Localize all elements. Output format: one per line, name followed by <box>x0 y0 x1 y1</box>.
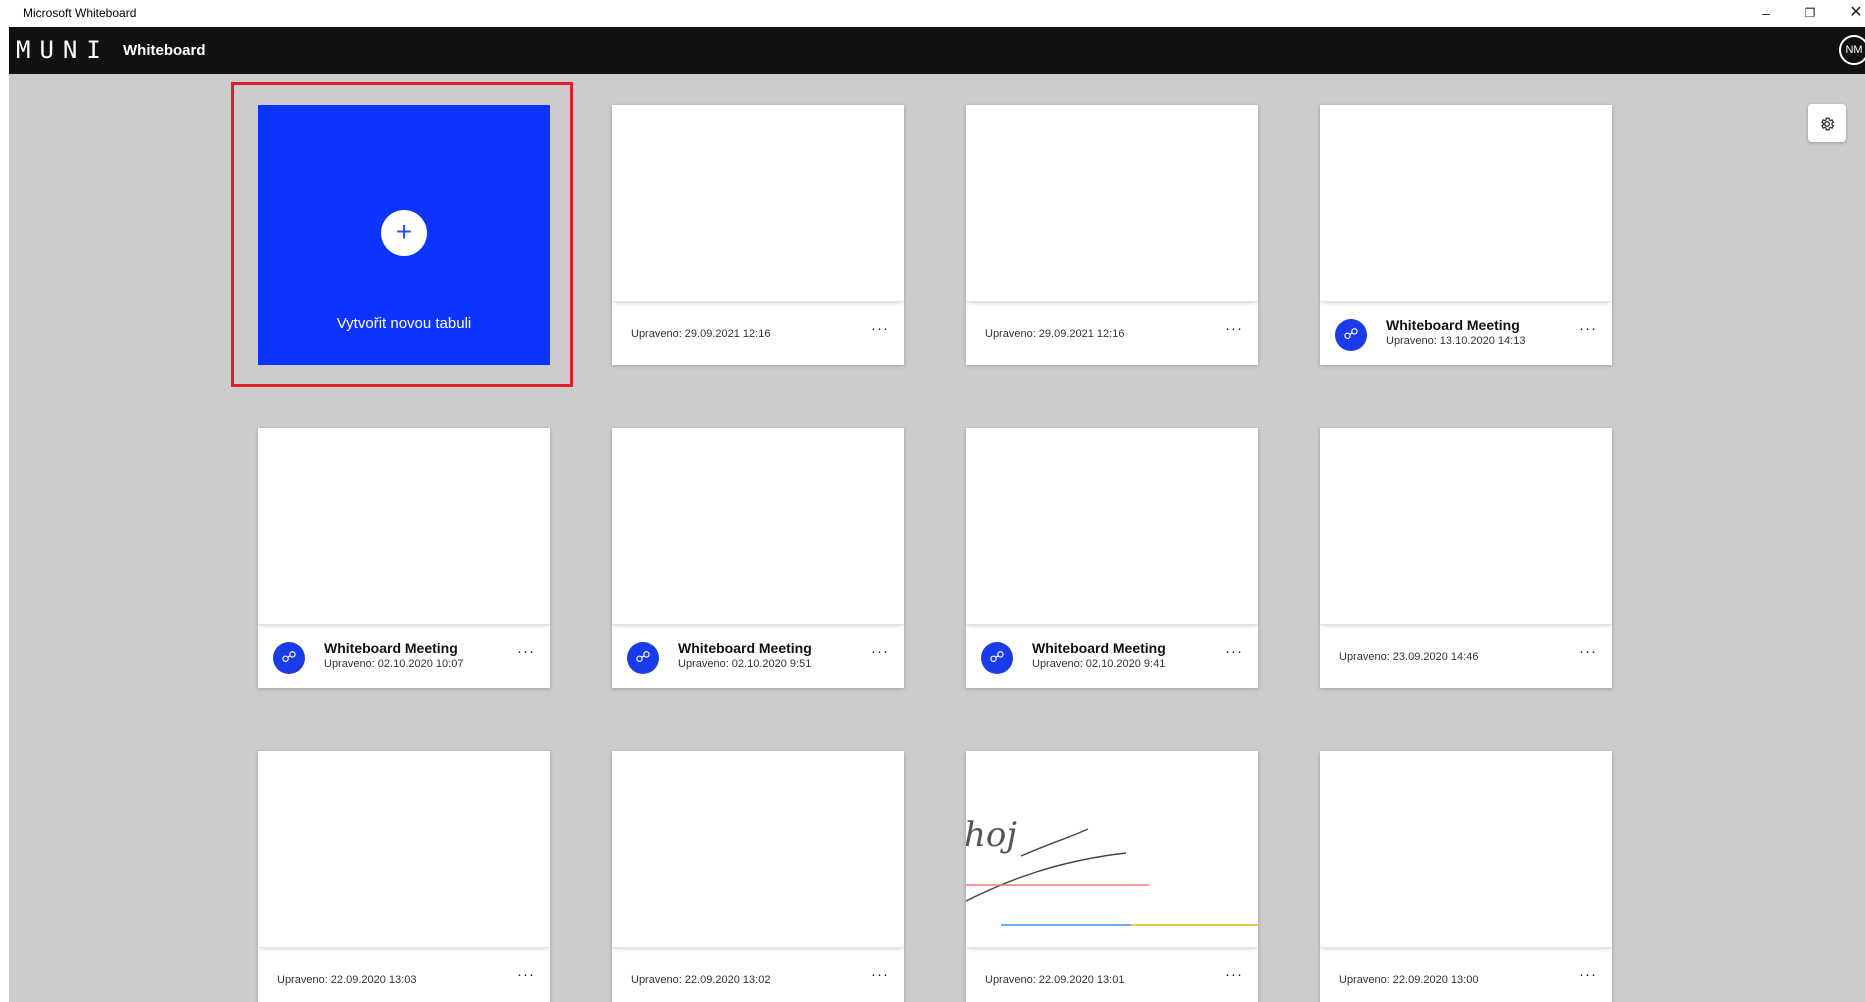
board-modified-date: Upraveno: 02.10.2020 9:41 <box>1032 658 1166 670</box>
board-thumbnail[interactable] <box>1320 751 1612 948</box>
board-footer: ☍ Whiteboard Meeting Upraveno: 13.10.2020 … <box>1320 302 1612 365</box>
board-card[interactable]: ☍ Whiteboard Meeting Upraveno: 02.10.2020 … <box>258 428 550 688</box>
more-options-button[interactable]: ··· <box>1220 318 1248 340</box>
board-thumbnail[interactable] <box>966 105 1258 302</box>
board-modified-date: Upraveno: 22.09.2020 13:01 <box>985 974 1125 986</box>
more-options-button[interactable]: ··· <box>1574 964 1602 986</box>
minimize-button[interactable]: – <box>1748 2 1784 24</box>
window-title-bar: Microsoft Whiteboard – ❐ ✕ <box>0 0 1865 27</box>
board-card[interactable]: ☍ Whiteboard Meeting Upraveno: 13.10.2020 … <box>1320 105 1612 365</box>
board-footer: Upraveno: 22.09.2020 13:03 ··· <box>258 948 550 1002</box>
meeting-icon: ☍ <box>1335 319 1367 351</box>
board-modified-date: Upraveno: 29.09.2021 12:16 <box>985 328 1125 340</box>
board-card[interactable]: ☍ Whiteboard Meeting Upraveno: 02.10.2020 … <box>612 428 904 688</box>
board-title: Whiteboard Meeting <box>1032 640 1166 656</box>
board-modified-date: Upraveno: 23.09.2020 14:46 <box>1339 651 1479 663</box>
board-title: Whiteboard Meeting <box>678 640 812 656</box>
board-card[interactable]: Upraveno: 29.09.2021 12:16 ··· <box>966 105 1258 365</box>
settings-button[interactable] <box>1808 104 1846 142</box>
board-thumbnail[interactable] <box>612 751 904 948</box>
board-modified-date: Upraveno: 22.09.2020 13:02 <box>631 974 771 986</box>
sketch-text: hoj <box>966 815 1017 855</box>
board-title: Whiteboard Meeting <box>1386 317 1520 333</box>
more-options-button[interactable]: ··· <box>866 641 894 663</box>
close-button[interactable]: ✕ <box>1838 2 1865 24</box>
meeting-icon: ☍ <box>981 642 1013 674</box>
board-footer: ☍ Whiteboard Meeting Upraveno: 02.10.2020 … <box>258 625 550 688</box>
ink-sketch: hoj <box>966 815 1258 926</box>
board-modified-date: Upraveno: 29.09.2021 12:16 <box>631 328 771 340</box>
board-title: Whiteboard Meeting <box>324 640 458 656</box>
more-options-button[interactable]: ··· <box>866 964 894 986</box>
board-footer: Upraveno: 22.09.2020 13:02 ··· <box>612 948 904 1002</box>
plus-icon: + <box>381 210 427 256</box>
board-footer: Upraveno: 22.09.2020 13:00 ··· <box>1320 948 1612 1002</box>
board-footer: Upraveno: 23.09.2020 14:46 ··· <box>1320 625 1612 688</box>
board-footer: Upraveno: 29.09.2021 12:16 ··· <box>612 302 904 365</box>
app-header: MUNI Whiteboard NM <box>9 27 1865 74</box>
board-modified-date: Upraveno: 02.10.2020 9:51 <box>678 658 812 670</box>
create-new-board-label: Vytvořit novou tabuli <box>336 315 472 332</box>
board-modified-date: Upraveno: 22.09.2020 13:03 <box>277 974 417 986</box>
board-thumbnail[interactable] <box>612 105 904 302</box>
board-card[interactable]: Upraveno: 22.09.2020 13:02 ··· <box>612 751 904 1002</box>
board-footer: ☍ Whiteboard Meeting Upraveno: 02.10.2020 … <box>612 625 904 688</box>
restore-button[interactable]: ❐ <box>1792 2 1828 24</box>
board-card[interactable]: Upraveno: 22.09.2020 13:03 ··· <box>258 751 550 1002</box>
board-card[interactable]: Upraveno: 29.09.2021 12:16 ··· <box>612 105 904 365</box>
board-footer: ☍ Whiteboard Meeting Upraveno: 02.10.2020 … <box>966 625 1258 688</box>
app-name: Whiteboard <box>123 42 206 59</box>
board-footer: Upraveno: 29.09.2021 12:16 ··· <box>966 302 1258 365</box>
board-gallery: + Vytvořit novou tabuli Upraveno: 29.09.… <box>9 74 1865 1002</box>
more-options-button[interactable]: ··· <box>512 641 540 663</box>
board-card[interactable]: Upraveno: 23.09.2020 14:46 ··· <box>1320 428 1612 688</box>
window-title: Microsoft Whiteboard <box>23 6 137 20</box>
user-avatar[interactable]: NM <box>1839 35 1865 65</box>
muni-logo: MUNI <box>16 36 110 64</box>
more-options-button[interactable]: ··· <box>1574 318 1602 340</box>
board-thumbnail[interactable] <box>258 751 550 948</box>
meeting-icon: ☍ <box>627 642 659 674</box>
board-thumbnail[interactable] <box>966 428 1258 625</box>
board-modified-date: Upraveno: 13.10.2020 14:13 <box>1386 335 1526 347</box>
board-thumbnail[interactable] <box>612 428 904 625</box>
board-card[interactable]: ☍ Whiteboard Meeting Upraveno: 02.10.2020 … <box>966 428 1258 688</box>
board-modified-date: Upraveno: 22.09.2020 13:00 <box>1339 974 1479 986</box>
more-options-button[interactable]: ··· <box>512 964 540 986</box>
more-options-button[interactable]: ··· <box>1220 964 1248 986</box>
board-modified-date: Upraveno: 02.10.2020 10:07 <box>324 658 464 670</box>
board-footer: Upraveno: 22.09.2020 13:01 ··· <box>966 948 1258 1002</box>
board-thumbnail[interactable] <box>1320 428 1612 625</box>
gear-icon <box>1821 117 1835 131</box>
board-thumbnail[interactable] <box>258 428 550 625</box>
create-new-board-button[interactable]: + Vytvořit novou tabuli <box>258 105 550 365</box>
more-options-button[interactable]: ··· <box>1220 641 1248 663</box>
more-options-button[interactable]: ··· <box>866 318 894 340</box>
more-options-button[interactable]: ··· <box>1574 641 1602 663</box>
board-thumbnail[interactable] <box>1320 105 1612 302</box>
board-card[interactable]: hoj Upraveno: 22.09.2020 13:01 ··· <box>966 751 1258 1002</box>
board-thumbnail[interactable]: hoj <box>966 751 1258 948</box>
board-card[interactable]: Upraveno: 22.09.2020 13:00 ··· <box>1320 751 1612 1002</box>
meeting-icon: ☍ <box>273 642 305 674</box>
